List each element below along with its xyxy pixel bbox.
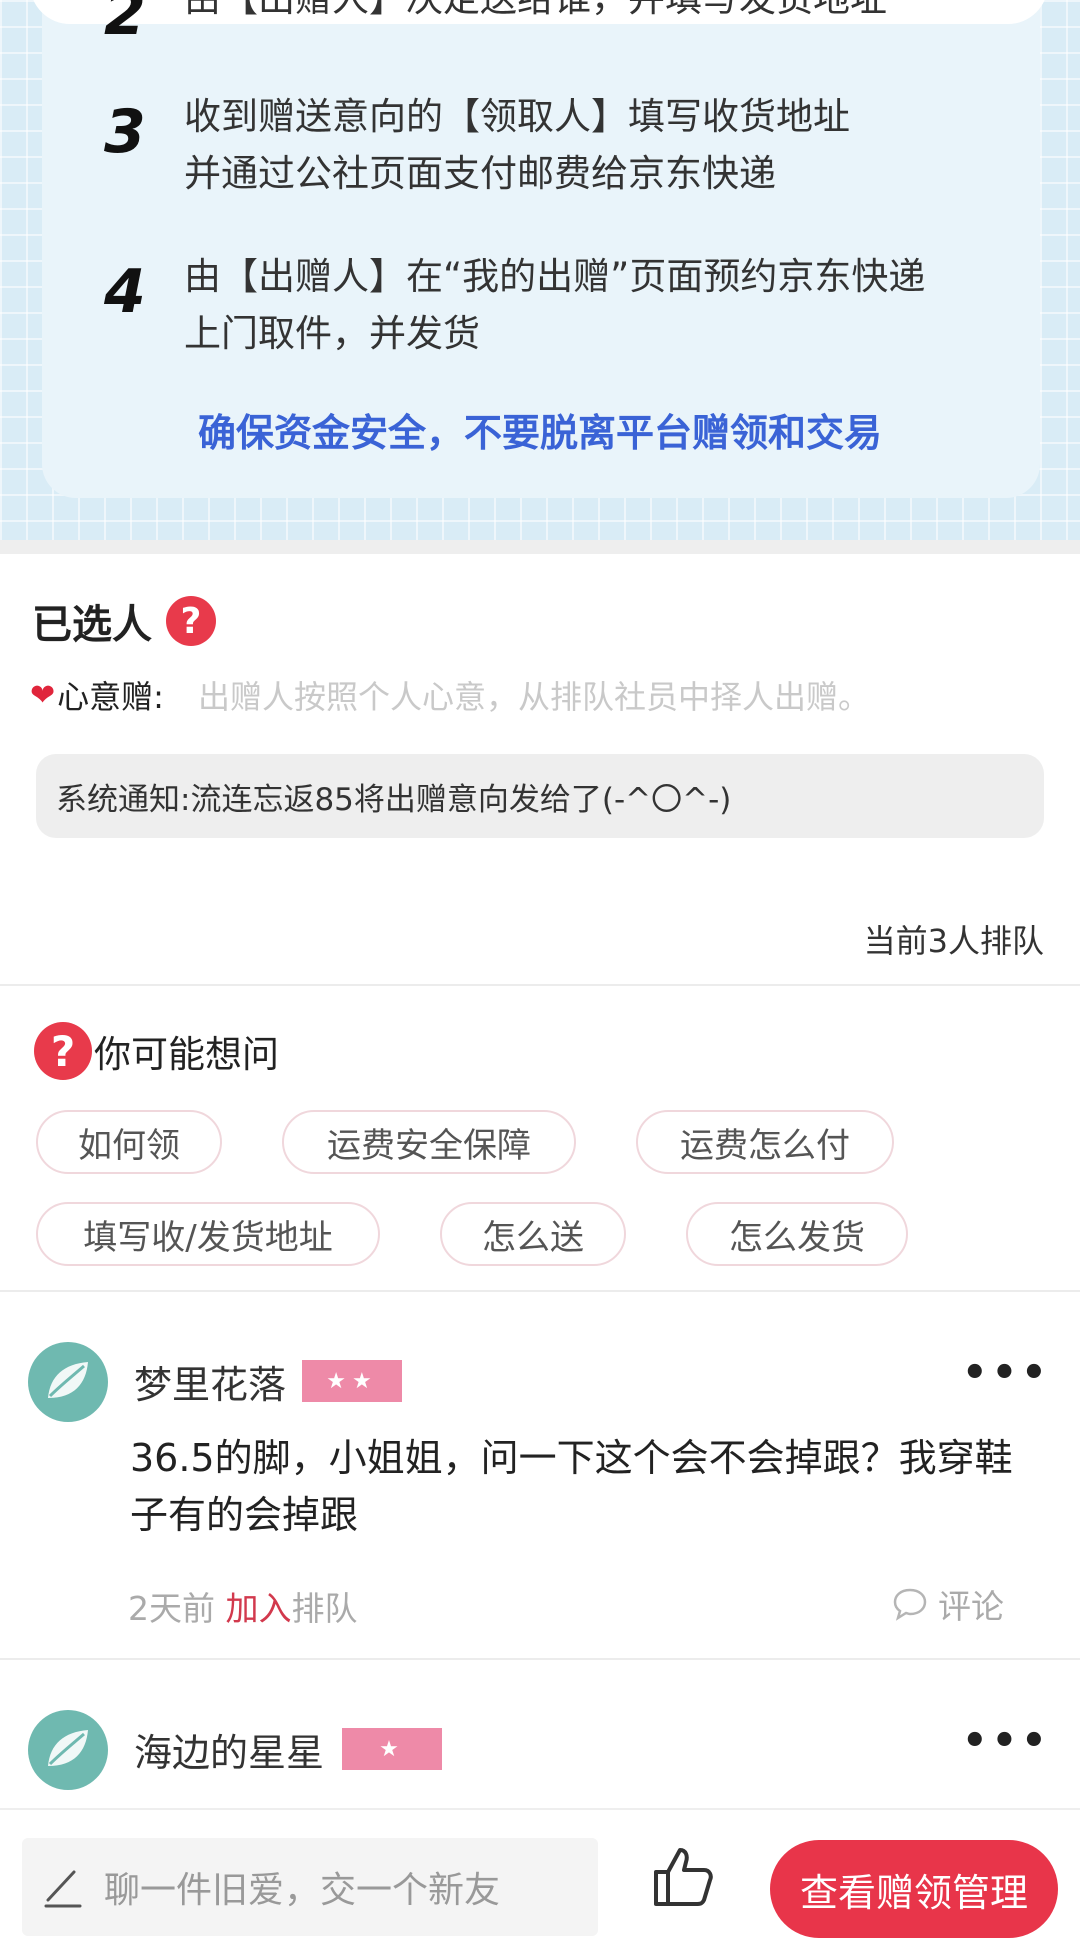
level-badge: ★★ (302, 1360, 402, 1402)
safety-note: 确保资金安全，不要脱离平台赠领和交易 (197, 411, 882, 455)
step-text: 由【出赠人】决定送给谁，并填写发货地址 (184, 0, 887, 27)
leaf-avatar-icon (48, 1362, 88, 1398)
divider (0, 984, 1080, 986)
chat-input-placeholder: 聊一件旧爱，交一个新友 (104, 1870, 501, 1911)
step-number: 3 (104, 97, 146, 167)
divider (0, 1290, 1080, 1292)
username[interactable]: 海边的星星 (134, 1722, 324, 1777)
faq-chip-how-to-claim[interactable]: 如何领 (36, 1110, 222, 1174)
chat-input[interactable]: 聊一件旧爱，交一个新友 (22, 1838, 598, 1936)
system-notice: 系统通知:流连忘返85将出赠意向发给了(-^〇^-) (36, 754, 1044, 838)
question-icon: ? (34, 1022, 92, 1080)
faq-chip-shipping-payment[interactable]: 运费怎么付 (636, 1110, 894, 1174)
level-badge: ★ (342, 1728, 442, 1770)
step-4: 4 由【出赠人】在“我的出赠”页面预约京东快递 上门取件，并发货 (104, 248, 925, 362)
view-gift-management-button[interactable]: 查看赠领管理 (770, 1840, 1058, 1938)
leaf-avatar-icon (48, 1730, 88, 1766)
username[interactable]: 梦里花落 (134, 1354, 286, 1409)
step-number: 2 (104, 0, 146, 49)
help-icon[interactable]: ? (166, 596, 216, 646)
comment-meta: 2天前 加入排队 (128, 1589, 358, 1628)
section-divider (0, 540, 1080, 554)
pencil-icon (44, 1870, 82, 1908)
avatar[interactable] (28, 1342, 108, 1422)
avatar[interactable] (28, 1710, 108, 1790)
steps-panel: 2 由【出赠人】决定送给谁，并填写发货地址 3 收到赠送意向的【领取人】填写收货… (0, 0, 1080, 540)
heart-icon: ❤ (30, 677, 56, 713)
selected-section-title: 已选人 ? (32, 592, 216, 650)
faq-title: ? 你可能想问 (34, 1022, 279, 1080)
step-text: 由【出赠人】在“我的出赠”页面预约京东快递 上门取件，并发货 (184, 255, 926, 355)
comment-icon (893, 1588, 927, 1621)
faq-chip-fill-address[interactable]: 填写收/发货地址 (36, 1202, 380, 1266)
more-options-icon[interactable]: ••• (962, 1350, 1051, 1396)
more-options-icon[interactable]: ••• (962, 1718, 1051, 1764)
comment-text: 36.5的脚，小姐姐，问一下这个会不会掉跟？我穿鞋子有的会掉跟 (130, 1436, 1013, 1537)
step-number: 4 (104, 257, 146, 327)
faq-chip-how-to-give[interactable]: 怎么送 (440, 1202, 626, 1266)
divider (0, 1658, 1080, 1660)
queue-count[interactable]: 当前3人排队 (864, 916, 1044, 962)
step-text: 收到赠送意向的【领取人】填写收货地址 并通过公社页面支付邮费给京东快递 (184, 95, 850, 195)
heart-gift-label: 心意赠: (57, 678, 164, 716)
heart-gift-description: 出赠人按照个人心意，从排队社员中择人出赠。 (197, 678, 870, 716)
step-2: 2 由【出赠人】决定送给谁，并填写发货地址 (104, 0, 887, 44)
faq-chip-how-to-ship[interactable]: 怎么发货 (686, 1202, 908, 1266)
join-link[interactable]: 加入 (226, 1589, 292, 1628)
thumbs-up-icon[interactable] (646, 1840, 718, 1916)
bottom-bar: 聊一件旧爱，交一个新友 查看赠领管理 (0, 1808, 1080, 1957)
comment-time: 2天前 (128, 1589, 215, 1628)
comment-button[interactable]: 评论 (892, 1580, 1004, 1628)
heart-gift-info: ❤ 心意赠: 出赠人按照个人心意，从排队社员中择人出赠。 (30, 672, 870, 718)
faq-chip-shipping-safety[interactable]: 运费安全保障 (282, 1110, 576, 1174)
step-3: 3 收到赠送意向的【领取人】填写收货地址 并通过公社页面支付邮费给京东快递 (104, 88, 850, 202)
